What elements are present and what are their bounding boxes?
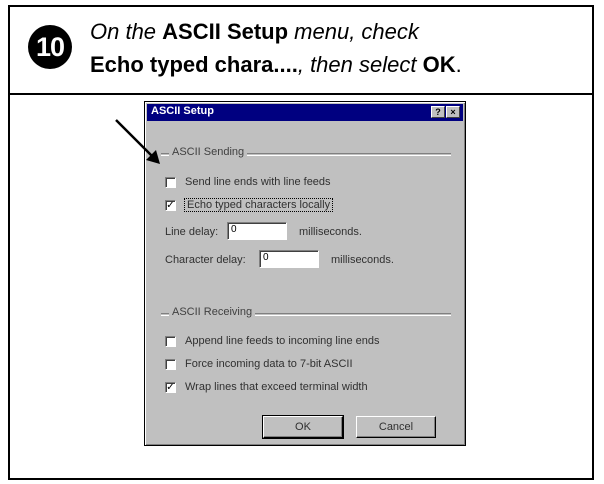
instruction-text: . xyxy=(455,52,462,77)
line-delay-unit: milliseconds. xyxy=(299,226,362,238)
ascii-setup-dialog: ASCII Setup ? × ASCII Sending Send line … xyxy=(144,101,466,446)
option-label: Force incoming data to 7-bit ASCII xyxy=(185,358,353,370)
checkbox-echo-typed[interactable]: ✓ xyxy=(165,199,176,211)
checkbox-wrap-lines[interactable]: ✓ xyxy=(165,381,176,393)
ascii-sending-group: ASCII Sending xyxy=(161,146,451,158)
pointer-arrow-icon xyxy=(115,119,160,164)
char-delay-unit: milliseconds. xyxy=(331,254,394,266)
option-wrap-lines[interactable]: ✓ Wrap lines that exceed terminal width xyxy=(165,381,368,393)
instruction-text: On the xyxy=(90,19,163,44)
line-delay-label: Line delay: xyxy=(165,226,219,238)
instruction-text: , then select xyxy=(297,52,423,77)
option-echo-typed[interactable]: ✓ Echo typed characters locally xyxy=(165,198,334,212)
option-send-line-feeds[interactable]: Send line ends with line feeds xyxy=(165,176,331,188)
instruction-header: 10 On the ASCII Setup menu, check Echo t… xyxy=(10,7,592,95)
checkbox-send-line-feeds[interactable] xyxy=(165,176,176,188)
option-label: Append line feeds to incoming line ends xyxy=(185,335,380,347)
menu-name: ASCII Setup xyxy=(162,19,289,44)
group-label-sending: ASCII Sending xyxy=(169,146,248,158)
cancel-button[interactable]: Cancel xyxy=(356,416,436,438)
line-delay-input[interactable]: 0 xyxy=(227,222,287,240)
checkbox-append-line-feeds[interactable] xyxy=(165,335,176,347)
char-delay-input[interactable]: 0 xyxy=(259,250,319,268)
option-label: Send line ends with line feeds xyxy=(185,176,331,188)
step-number-badge: 10 xyxy=(28,25,72,69)
ok-button[interactable]: OK xyxy=(262,415,344,439)
close-button[interactable]: × xyxy=(446,106,460,118)
instruction-line-2: Echo typed chara...., then select OK. xyxy=(90,52,462,78)
char-delay-label: Character delay: xyxy=(165,254,246,266)
option-append-line-feeds[interactable]: Append line feeds to incoming line ends xyxy=(165,335,379,347)
help-button[interactable]: ? xyxy=(431,106,445,118)
option-label: Wrap lines that exceed terminal width xyxy=(185,381,368,393)
ascii-receiving-group: ASCII Receiving xyxy=(161,306,451,318)
group-label-receiving: ASCII Receiving xyxy=(169,306,256,318)
instruction-line-1: On the ASCII Setup menu, check xyxy=(90,19,419,45)
option-label: Echo typed characters locally xyxy=(183,198,334,212)
instruction-text: menu, check xyxy=(288,19,419,44)
option-name: Echo typed chara.... xyxy=(90,52,298,77)
option-force-7bit[interactable]: Force incoming data to 7-bit ASCII xyxy=(165,358,353,370)
checkbox-force-7bit[interactable] xyxy=(165,358,176,370)
dialog-titlebar[interactable]: ASCII Setup ? × xyxy=(147,104,463,121)
button-name: OK xyxy=(422,52,456,77)
